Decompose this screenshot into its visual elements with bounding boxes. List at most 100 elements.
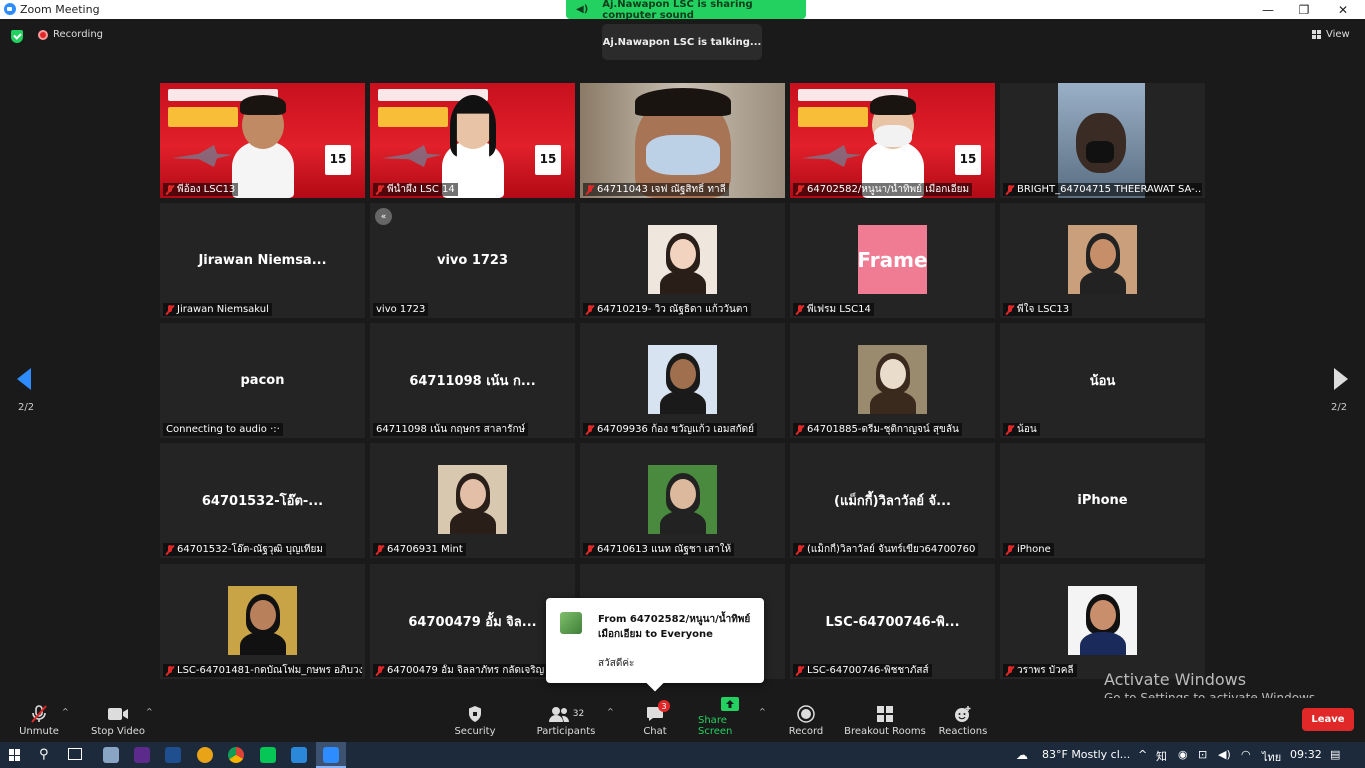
security-button[interactable]: Security	[452, 698, 498, 742]
weather-icon: ☁	[1016, 748, 1028, 762]
notifications-icon[interactable]: ▤	[1330, 748, 1340, 761]
chat-button[interactable]: 3 Chat	[632, 698, 678, 742]
view-button[interactable]: View	[1312, 29, 1350, 40]
profile-picture	[648, 465, 717, 534]
participant-tile[interactable]: pacon Connecting to audio ·:·	[160, 323, 365, 438]
participant-tile[interactable]: Frame พี่เฟรม LSC14	[790, 203, 995, 318]
participant-label: 64711043 เจฟ ณัฐสิทธิ์ ทาลี	[583, 183, 729, 196]
participant-tile[interactable]: BRIGHT_64704715 THEERAWAT SA-...	[1000, 83, 1205, 198]
recording-dot-icon	[38, 29, 48, 40]
participant-tile[interactable]: 64711043 เจฟ ณัฐสิทธิ์ ทาลี	[580, 83, 785, 198]
leave-button[interactable]: Leave	[1302, 708, 1354, 731]
taskbar-app-icon-2[interactable]	[197, 747, 213, 763]
participant-tile[interactable]: (แม็กกี้)วิลาวัลย์ จั... (แม็กกี้)วิลาวัล…	[790, 443, 995, 558]
mail-icon[interactable]	[291, 747, 307, 763]
security-label: Security	[454, 726, 496, 737]
recording-indicator[interactable]: Recording	[38, 29, 103, 40]
participant-label: 64700479 อั้ม จิลลาภัทร กลัดเจริญ	[373, 664, 548, 677]
stop-video-label: Stop Video	[91, 726, 145, 737]
muted-mic-icon	[166, 665, 174, 676]
audio-options-caret-icon[interactable]: ^	[62, 707, 69, 716]
participants-caret-icon[interactable]: ^	[607, 707, 614, 716]
muted-mic-icon	[586, 304, 594, 315]
chrome-icon[interactable]	[228, 747, 244, 763]
share-options-caret-icon[interactable]: ^	[759, 707, 766, 716]
collapse-self-view-icon[interactable]: «	[375, 208, 392, 225]
record-button[interactable]: Record	[786, 698, 826, 742]
participant-tile[interactable]: 15 64702582/หนูนา/น้ำทิพย์ เมือกเอียม	[790, 83, 995, 198]
activate-line1: Activate Windows	[1104, 670, 1247, 689]
wifi-icon[interactable]: ◠	[1241, 748, 1251, 761]
reactions-button[interactable]: Reactions	[938, 698, 988, 742]
video-options-caret-icon[interactable]: ^	[146, 707, 153, 716]
volume-icon[interactable]: ◀)	[1218, 748, 1231, 761]
meeting-area: Recording Aj.Nawapon LSC is talking... V…	[0, 19, 1365, 698]
tray-antivirus-icon[interactable]: ◉	[1178, 748, 1188, 761]
participant-tile[interactable]: 64709936 ก้อง ขวัญแก้ว เอมสกัดย์	[580, 323, 785, 438]
task-view-icon[interactable]	[68, 748, 82, 760]
clock[interactable]: 09:32	[1290, 748, 1322, 761]
sharing-sound-banner[interactable]: ◀) Aj.Nawapon LSC is sharing computer so…	[566, 0, 806, 21]
participant-tile[interactable]: 64711098 เน้น ก... 64711098 เน้น กฤษกร สา…	[370, 323, 575, 438]
window-title: Zoom Meeting	[20, 3, 100, 16]
photoshop-icon[interactable]	[165, 747, 181, 763]
minimize-button[interactable]: —	[1250, 0, 1286, 19]
participant-tile[interactable]: vivo 1723 vivo 1723 «	[370, 203, 575, 318]
close-window-button[interactable]: ✕	[1325, 0, 1361, 19]
participant-tile[interactable]: 64710219- วิว ณัฐธิดา แก้ววันตา	[580, 203, 785, 318]
next-page-arrow-icon[interactable]	[1334, 368, 1348, 390]
participant-label-text: 64709936 ก้อง ขวัญแก้ว เอมสกัดย์	[597, 424, 754, 435]
participant-tile[interactable]: น้อน น้อน	[1000, 323, 1205, 438]
participant-tile[interactable]: 15 พี่น้ำผึ้ง LSC 14	[370, 83, 575, 198]
participant-tile[interactable]: พี่ใจ LSC13	[1000, 203, 1205, 318]
muted-mic-icon	[796, 665, 804, 676]
participant-label-text: BRIGHT_64704715 THEERAWAT SA-...	[1017, 184, 1202, 195]
meeting-toolbar: Unmute ^ Stop Video ^ Security 32 Partic…	[0, 697, 1365, 742]
participant-tile[interactable]: Jirawan Niemsa... Jirawan Niemsakul	[160, 203, 365, 318]
maximize-button[interactable]: ❐	[1286, 0, 1322, 19]
participant-tile[interactable]: 64706931 Mint	[370, 443, 575, 558]
chat-message-popup[interactable]: From 64702582/หนูนา/น้ำทิพย์ เมือกเอียม …	[546, 598, 764, 692]
participant-label-text: (แม็กกี้)วิลาวัลย์ จันทร์เขียว64700760	[807, 544, 976, 555]
language-indicator[interactable]: ไทย	[1262, 748, 1281, 766]
participant-tile[interactable]: LSC-64700746-พิ... LSC-64700746-พิชชาภัสส…	[790, 564, 995, 679]
participant-tile[interactable]: iPhone iPhone	[1000, 443, 1205, 558]
participant-tile[interactable]: LSC-64701481-กดบัณโฟม_กษพร อภิบวงษ์	[160, 564, 365, 679]
premiere-icon[interactable]	[134, 747, 150, 763]
participant-tile[interactable]: 64700479 อั้ม จิล... 64700479 อั้ม จิลลาภ…	[370, 564, 575, 679]
airplane-graphic	[802, 145, 862, 167]
chat-message: สวัสดีค่ะ	[598, 658, 635, 669]
weather-text[interactable]: 83°F Mostly cl...	[1042, 748, 1130, 761]
participant-tile[interactable]: 64701885-ดรีม-ชุติกาญจน์ สุขลัน	[790, 323, 995, 438]
participants-button[interactable]: 32 Participants	[536, 698, 596, 742]
tray-chevron-icon[interactable]: ^	[1138, 748, 1147, 761]
participant-label: 64711098 เน้น กฤษกร สาลารักษ์	[373, 423, 529, 436]
tray-ime-icon[interactable]: 知	[1156, 748, 1167, 764]
participant-label: 64709936 ก้อง ขวัญแก้ว เอมสกัดย์	[583, 423, 757, 436]
line-icon[interactable]	[260, 747, 276, 763]
participant-label-text: 64710219- วิว ณัฐธิดา แก้ววันตา	[597, 304, 748, 315]
tray-network-icon[interactable]: ⊡	[1198, 748, 1207, 761]
profile-picture	[648, 225, 717, 294]
encryption-shield-icon[interactable]	[11, 30, 23, 43]
zoom-taskbar-button[interactable]	[316, 742, 346, 768]
unmute-button[interactable]: Unmute	[16, 698, 62, 742]
previous-page-arrow-icon[interactable]	[17, 368, 31, 390]
participant-tile[interactable]: วราพร บัวคลี	[1000, 564, 1205, 679]
search-icon[interactable]: ⚲	[39, 747, 49, 762]
stop-video-button[interactable]: Stop Video	[90, 698, 146, 742]
participant-tile[interactable]: 64701532-โอ๊ต-... 64701532-โอ๊ต-ณัฐวุฒิ บ…	[160, 443, 365, 558]
share-screen-button[interactable]: Share Screen	[698, 697, 762, 742]
participant-name-display: 64701532-โอ๊ต-...	[201, 494, 324, 509]
participant-tile[interactable]: 64710613 แนท ณัฐชา เสาให้	[580, 443, 785, 558]
windows-start-icon[interactable]	[9, 749, 21, 761]
muted-mic-icon	[28, 705, 50, 723]
security-shield-icon	[464, 705, 486, 723]
recording-label: Recording	[53, 29, 104, 40]
taskbar-app-icon[interactable]	[103, 747, 119, 763]
participant-tile[interactable]: 15 พี่อ้อง LSC13	[160, 83, 365, 198]
breakout-rooms-button[interactable]: Breakout Rooms	[844, 698, 926, 742]
participant-label: LSC-64700746-พิชชาภัสส์	[793, 664, 932, 677]
muted-mic-icon	[1006, 184, 1014, 195]
profile-picture	[648, 345, 717, 414]
